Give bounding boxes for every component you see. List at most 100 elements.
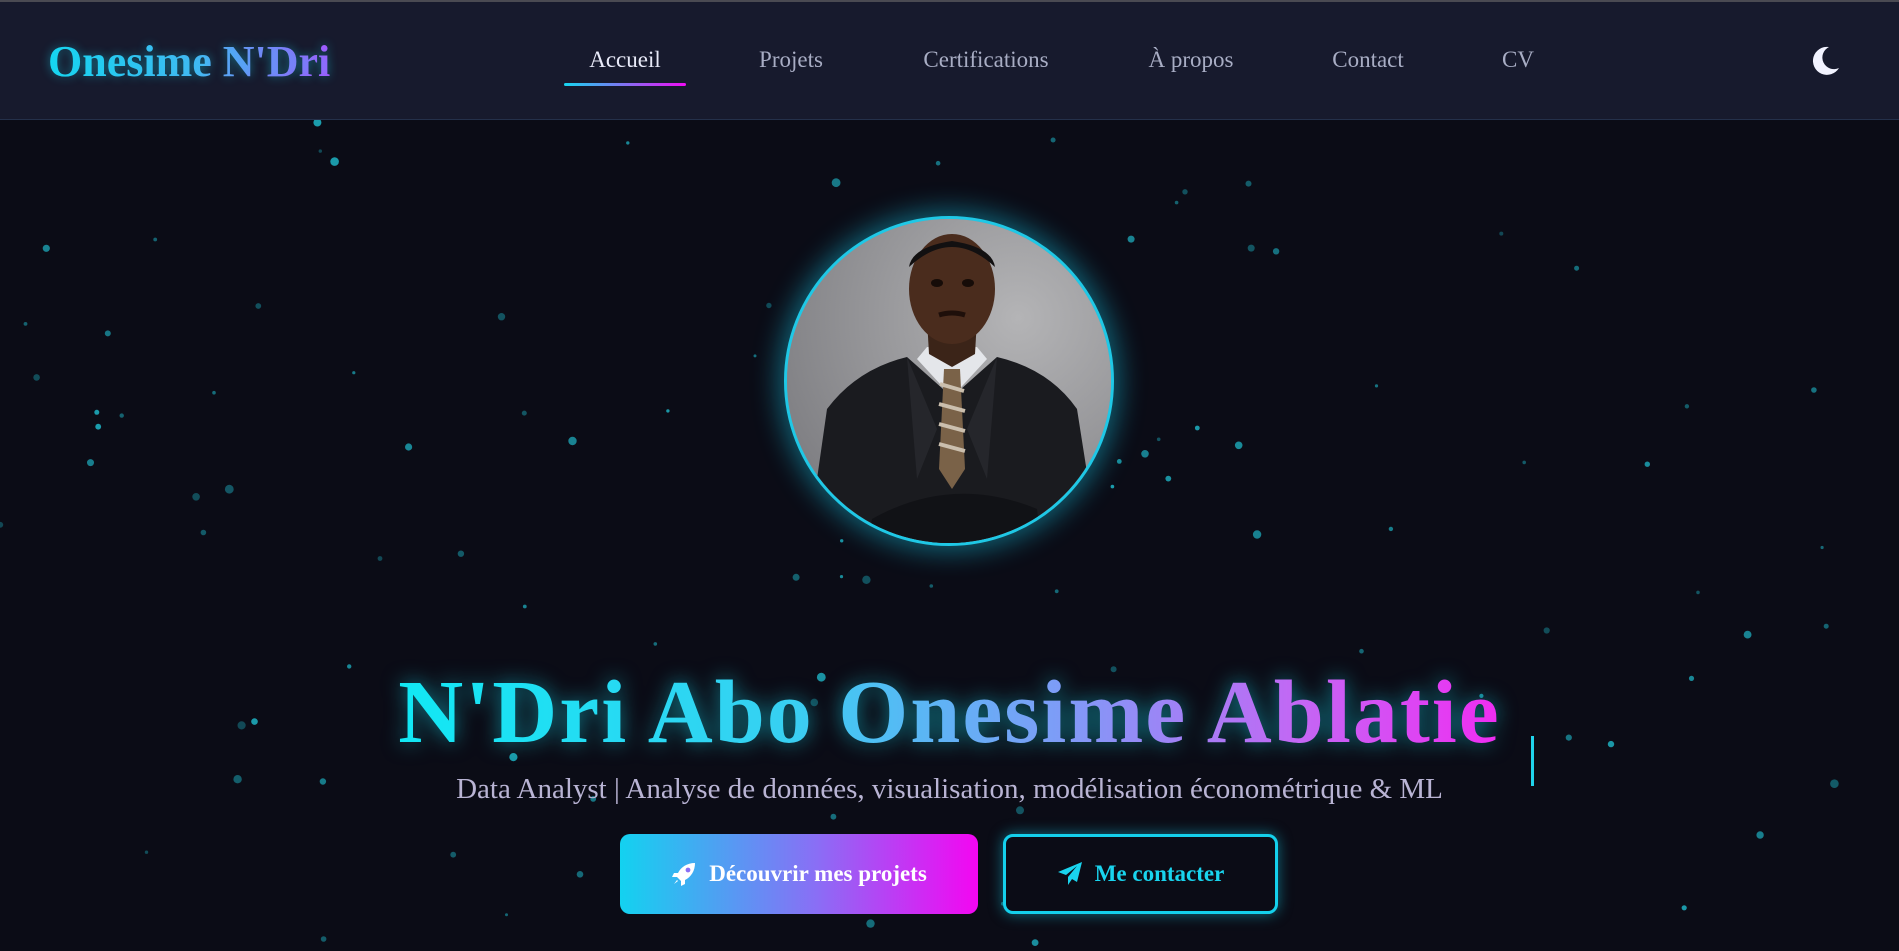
particle: [1050, 137, 1056, 143]
particle: [318, 149, 322, 153]
particle: [352, 371, 356, 375]
particle: [450, 851, 457, 858]
particle: [568, 436, 577, 446]
typing-cursor: [1531, 736, 1534, 786]
particle: [830, 813, 837, 820]
particle: [497, 313, 506, 321]
particle: [192, 493, 200, 501]
paper-plane-icon: [1057, 861, 1083, 887]
particle: [1499, 231, 1504, 236]
particle: [753, 354, 757, 358]
particle: [95, 423, 102, 430]
particle: [862, 575, 871, 584]
particle: [929, 584, 934, 588]
particle: [522, 604, 527, 609]
particle: [1272, 248, 1280, 255]
particle: [1811, 387, 1817, 393]
particle: [119, 413, 124, 418]
particle: [1182, 189, 1188, 195]
discover-projects-label: Découvrir mes projets: [709, 861, 927, 886]
particle: [666, 409, 670, 413]
particle: [505, 913, 508, 917]
particle: [144, 850, 149, 854]
particle: [1823, 623, 1829, 629]
particle: [1245, 180, 1252, 187]
particle: [153, 237, 158, 242]
particle: [1127, 235, 1135, 243]
particle: [1684, 404, 1690, 409]
particle: [1388, 526, 1394, 532]
particle: [626, 141, 630, 145]
particle: [1194, 425, 1200, 431]
particle: [320, 936, 327, 942]
particle: [1374, 384, 1379, 388]
navbar: Onesime N'Dri Accueil Projets Certificat…: [0, 2, 1899, 120]
discover-projects-button[interactable]: Découvrir mes projets: [620, 834, 978, 914]
particle: [330, 157, 339, 166]
particle: [1756, 831, 1764, 839]
particle: [576, 871, 584, 878]
particle: [87, 459, 94, 467]
particle: [23, 322, 28, 326]
particle: [1681, 905, 1687, 911]
profile-photo: [784, 216, 1114, 546]
particle: [1820, 545, 1824, 550]
particle: [831, 178, 841, 188]
particle: [255, 303, 262, 309]
nav-link-contact[interactable]: Contact: [1332, 46, 1404, 74]
contact-me-label: Me contacter: [1094, 861, 1225, 886]
particle: [1574, 265, 1580, 271]
particle: [1234, 441, 1243, 450]
particle: [42, 244, 50, 252]
particle: [1743, 630, 1752, 639]
particle: [1252, 530, 1262, 539]
hero-tagline: Data Analyst | Analyse de données, visua…: [456, 773, 1443, 805]
particle: [1644, 461, 1651, 467]
nav-links: Accueil Projets Certifications À propos …: [0, 2, 1899, 119]
particle: [224, 484, 234, 494]
particle: [212, 390, 216, 395]
particle: [1543, 627, 1550, 634]
nav-link-a-propos[interactable]: À propos: [1149, 46, 1234, 74]
nav-link-accueil[interactable]: Accueil: [589, 46, 661, 74]
nav-link-certifications[interactable]: Certifications: [923, 46, 1048, 74]
particle: [1141, 450, 1149, 458]
active-nav-underline: [564, 83, 686, 86]
contact-me-button[interactable]: Me contacter: [1003, 834, 1278, 914]
particle: [1031, 939, 1039, 946]
particle: [1359, 648, 1364, 654]
moon-icon[interactable]: [1808, 44, 1842, 78]
particle: [521, 410, 527, 416]
particle: [866, 919, 875, 928]
hero-name-heading: N'Dri Abo Onesime Ablatie: [0, 658, 1899, 768]
particle: [0, 521, 4, 528]
particle: [1522, 460, 1526, 465]
particle: [1156, 437, 1161, 442]
particle: [313, 120, 322, 127]
particle: [1116, 459, 1122, 464]
particle: [1174, 200, 1179, 205]
particle: [1247, 244, 1255, 252]
particle: [104, 330, 111, 337]
particle: [1110, 484, 1115, 489]
particle: [653, 642, 658, 646]
particle: [457, 550, 465, 557]
particle: [405, 443, 413, 451]
hero-name-text: N'Dri Abo Onesime Ablatie: [398, 663, 1501, 763]
particle: [1054, 589, 1059, 594]
particle: [200, 529, 207, 536]
nav-link-cv[interactable]: CV: [1502, 46, 1534, 74]
particle: [1016, 806, 1024, 815]
particle: [33, 374, 40, 381]
particle: [839, 575, 844, 579]
particle: [377, 556, 383, 561]
rocket-icon: [671, 861, 697, 887]
particle: [935, 160, 941, 166]
particle: [94, 409, 100, 415]
nav-link-projets[interactable]: Projets: [759, 46, 823, 74]
particle: [792, 573, 800, 581]
particle: [766, 302, 772, 309]
particle: [1696, 590, 1700, 595]
particle: [1165, 475, 1172, 482]
particle: [840, 539, 844, 543]
